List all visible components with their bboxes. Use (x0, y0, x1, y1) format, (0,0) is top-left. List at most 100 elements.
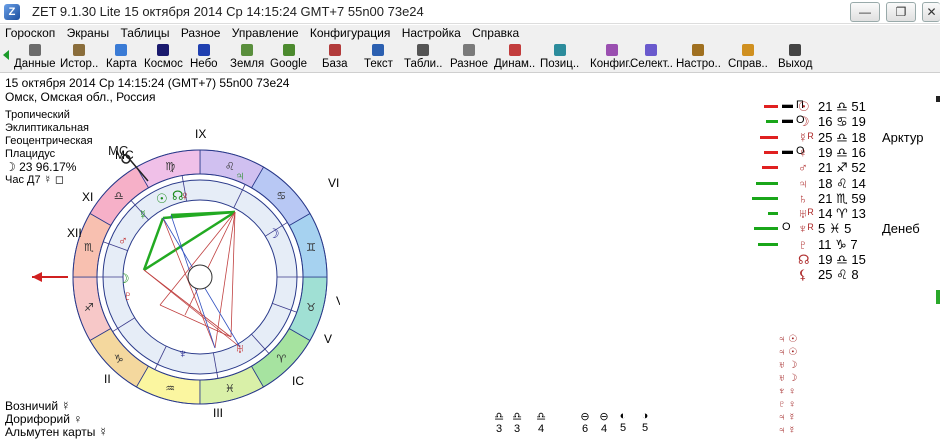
toolbar-label: Селект.. (630, 58, 673, 70)
back-arrow-icon[interactable] (3, 50, 9, 60)
planet-glyph-icon[interactable]: ♀ (180, 188, 190, 203)
strength-bar (768, 212, 778, 216)
planet-glyph-icon: ♆ᴿ (798, 221, 814, 237)
toolbar-button-3[interactable]: Космос (144, 44, 183, 72)
planet-position: 21 ♎ 51 (818, 99, 866, 114)
planet-glyph-icon: ♂ (798, 160, 808, 176)
planet-glyph-icon[interactable]: ♃ (235, 168, 245, 183)
toolbar-button-13[interactable]: Конфиг.. (590, 44, 635, 72)
zodiac-sign-icon: ♓ (225, 383, 235, 395)
stat-column: ⊖ 6 (578, 410, 592, 435)
toolbar-button-7[interactable]: База (322, 44, 347, 72)
glyph-pair: ♃ ☿ (778, 425, 796, 436)
select-icon (645, 44, 658, 56)
toolbar-button-1[interactable]: Истор.. (60, 44, 98, 72)
toolbar-button-15[interactable]: Настро.. (676, 44, 721, 72)
wheel-center (187, 264, 213, 290)
exit-icon (789, 44, 802, 56)
asc-arrow-icon (32, 272, 42, 282)
menu-help[interactable]: Справка (469, 25, 522, 40)
toolbar-label: Текст (364, 58, 393, 70)
stat-column: ♎ 4 (534, 410, 548, 435)
restore-button[interactable]: ❐ (886, 2, 916, 22)
chart-location: Омск, Омская обл., Россия (5, 90, 156, 104)
zodiac-sign-icon: ♍ (165, 161, 175, 173)
toolbar-button-8[interactable]: Текст (364, 44, 393, 72)
house-label: V (324, 332, 332, 346)
scroll-thumb[interactable] (936, 290, 940, 304)
planet-glyph-icon[interactable]: ♅ (235, 341, 245, 356)
toolbar: Данные Истор.. Карта Космос Небо Земля Google Б… (0, 43, 940, 73)
planet-glyph-icon: ♄ (798, 190, 808, 206)
planet-glyph-icon[interactable]: ☽ (118, 271, 130, 286)
house-label: XI (82, 190, 93, 204)
sky-icon (197, 44, 210, 56)
toolbar-label: Конфиг.. (590, 58, 635, 70)
toolbar-button-10[interactable]: Разное (450, 44, 488, 72)
doryphory: Дорифорий ♀ (5, 412, 83, 426)
strength-bar (760, 135, 778, 139)
toolbar-button-0[interactable]: Данные (14, 44, 56, 72)
glyph-pair: ♇ ♀ (778, 399, 796, 410)
planet-position: 19 ♎ 16 (818, 144, 866, 160)
toolbar-button-17[interactable]: Выход (778, 44, 812, 72)
help-icon (741, 44, 754, 56)
toolbar-button-9[interactable]: Табли.. (404, 44, 443, 72)
glyph-pair: ♃ ☿ (778, 412, 796, 423)
glyph-pair: ♆ ♀ (778, 386, 796, 397)
house-label: VI (336, 294, 340, 308)
planet-glyph-icon: ☿ᴿ (798, 129, 814, 145)
stat-value: 4 (537, 423, 545, 435)
stat-column: ◐ 5 (616, 410, 630, 434)
menu-configuration[interactable]: Конфигурация (307, 25, 394, 40)
house-label: IC (292, 374, 304, 388)
planet-glyph-icon: ♇ (798, 236, 808, 252)
history-icon (73, 44, 86, 56)
toolbar-label: Настро.. (676, 58, 721, 70)
stat-symbol-icon: ◐ (619, 410, 627, 422)
menu-bar: Гороскоп Экраны Таблицы Разное Управлени… (0, 25, 940, 43)
natal-chart-wheel[interactable]: ♐♑♒♓♈♉♊♋♌♍♎♏ AscIIIIIICVVIVIIVIIIIXMCXIX… (30, 115, 340, 425)
strength-bar (762, 166, 778, 170)
planet-glyph-icon[interactable]: ♇ (123, 288, 133, 303)
planet-position: 14 ♈ 13 (818, 206, 866, 222)
menu-control[interactable]: Управление (229, 25, 302, 40)
toolbar-label: Истор.. (60, 58, 99, 70)
planet-glyph-icon[interactable]: ♆ (178, 346, 188, 361)
planet-marker: О (782, 221, 791, 234)
planet-glyph-icon[interactable]: ☽ (268, 226, 280, 241)
close-button[interactable]: ✕ (922, 2, 940, 22)
misc-icon (462, 44, 475, 56)
toolbar-button-5[interactable]: Земля (230, 44, 264, 72)
planet-glyph-icon: ☽ (798, 114, 810, 130)
glyph-pair: ♅ ☽ (778, 360, 798, 371)
toolbar-button-4[interactable]: Небо (190, 44, 218, 72)
minimize-button[interactable]: — (850, 2, 880, 22)
stat-symbol-icon: ♎ (512, 411, 522, 423)
toolbar-button-6[interactable]: Google (270, 44, 307, 72)
stat-value: 3 (495, 423, 503, 435)
strength-bar (756, 181, 778, 185)
glyph-pair: ♅ ☽ (778, 373, 798, 384)
menu-screens[interactable]: Экраны (64, 25, 112, 40)
planet-glyph-icon: ♀ (798, 144, 808, 160)
toolbar-button-16[interactable]: Справ.. (728, 44, 768, 72)
menu-tables[interactable]: Таблицы (117, 25, 172, 40)
toolbar-button-11[interactable]: Динам.. (494, 44, 535, 72)
planet-glyph-icon[interactable]: ☉ (156, 191, 168, 206)
toolbar-button-2[interactable]: Карта (106, 44, 137, 72)
planet-glyph-icon: ☉ (798, 99, 810, 114)
planet-glyph-icon[interactable]: ☿ (138, 207, 148, 222)
earth-icon (241, 44, 254, 56)
strength-bar (758, 242, 778, 246)
strength-bar (764, 105, 778, 108)
planet-glyph-icon[interactable]: ♂ (118, 233, 128, 248)
toolbar-label: База (322, 58, 348, 70)
planet-position: 19 ♎ 15 (818, 252, 866, 267)
toolbar-button-12[interactable]: Позиц.. (540, 44, 579, 72)
menu-misc[interactable]: Разное (178, 25, 224, 40)
menu-settings[interactable]: Настройка (399, 25, 464, 40)
menu-horoscope[interactable]: Гороскоп (2, 25, 58, 40)
toolbar-button-14[interactable]: Селект.. (630, 44, 673, 72)
stat-value: 6 (581, 423, 589, 435)
